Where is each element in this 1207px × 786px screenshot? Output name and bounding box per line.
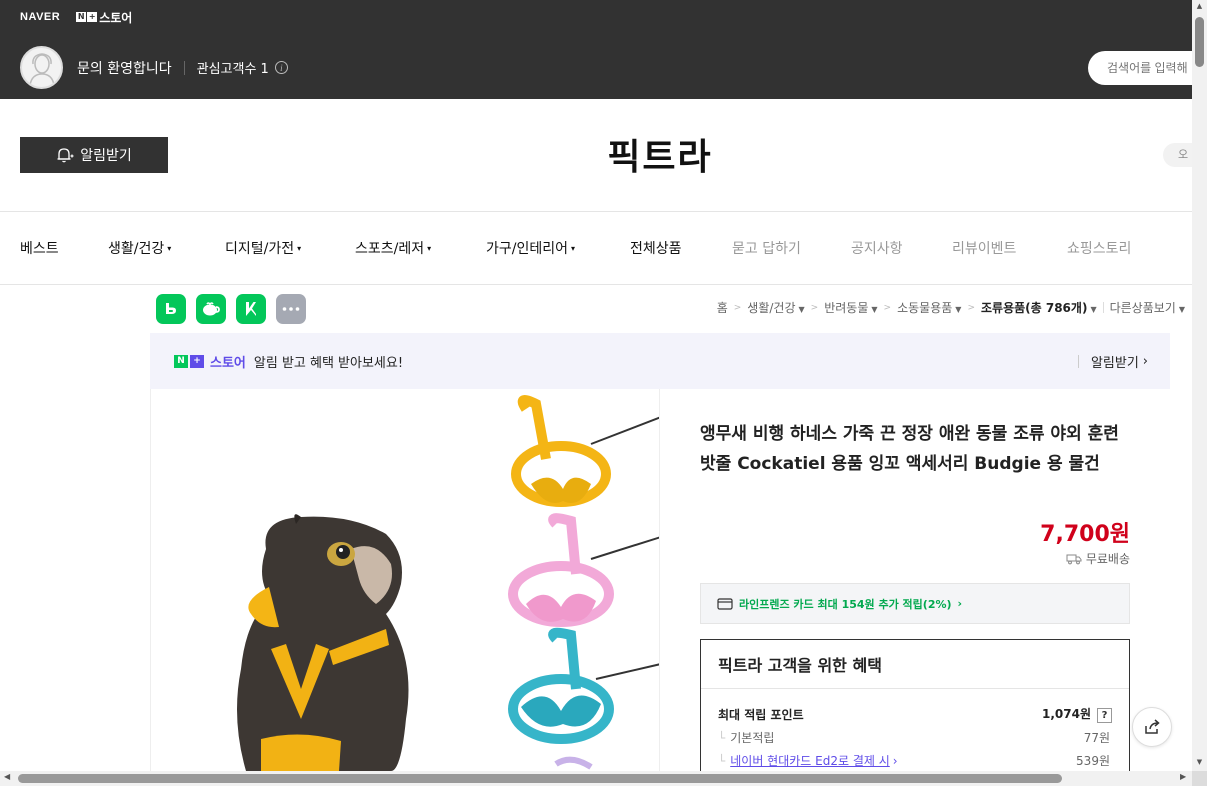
vertical-scrollbar[interactable]: ▲ ▼ bbox=[1192, 0, 1207, 771]
breadcrumb-category-3[interactable]: 소동물용품 ▼ bbox=[897, 299, 961, 316]
caret-down-icon: ▼ bbox=[1090, 305, 1097, 314]
benefit-max-points-row: 최대 적립 포인트 1,074원? bbox=[718, 705, 1112, 723]
breadcrumb-home[interactable]: 홈 bbox=[717, 299, 728, 316]
horizontal-scroll-thumb[interactable] bbox=[18, 774, 1062, 783]
nav-item-notice[interactable]: 공지사항 bbox=[851, 238, 903, 258]
chevron-right-icon: › bbox=[892, 754, 898, 768]
credit-card-icon bbox=[717, 597, 733, 610]
basic-points-value: 77원 bbox=[1083, 731, 1110, 745]
nav-item-qna[interactable]: 묻고 답하기 bbox=[732, 238, 801, 258]
help-icon[interactable]: ? bbox=[1097, 708, 1112, 723]
avatar-person-icon bbox=[28, 52, 55, 85]
nav-item-digital[interactable]: 디지털/가전 ▾ bbox=[225, 238, 301, 258]
banner-message: 알림 받고 혜택 받아보세요! bbox=[253, 355, 404, 371]
chevron-down-icon: ▾ bbox=[167, 243, 172, 253]
caret-down-icon: ▼ bbox=[871, 305, 878, 314]
n-badge-icon: N bbox=[174, 354, 188, 368]
store-logo-text: 스토어 bbox=[99, 10, 133, 25]
caret-down-icon: ▼ bbox=[798, 305, 805, 314]
nav-item-best[interactable]: 베스트 bbox=[20, 238, 59, 258]
nav-item-furniture[interactable]: 가구/인테리어 ▾ bbox=[486, 238, 575, 258]
page: NAVER N + 스토어 문의 환영합니다 관심고객수 1 i 검색어를 입력… bbox=[0, 0, 1207, 786]
card-benefit-link[interactable]: 네이버 현대카드 Ed2로 결제 시 bbox=[730, 754, 890, 768]
chevron-right-icon: › bbox=[1142, 353, 1148, 369]
scroll-left-arrow-icon: ◀ bbox=[4, 772, 11, 781]
category-nav: 베스트 생활/건강 ▾ 디지털/가전 ▾ 스포츠/레저 ▾ 가구/인테리어 ▾ 전체상품… bbox=[0, 212, 1192, 284]
shipping-text: 무료배송 bbox=[1085, 552, 1130, 566]
breadcrumb-category-2[interactable]: 반려동물 ▼ bbox=[824, 299, 877, 316]
breadcrumb: 홈 > 생활/건강 ▼ > 반려동물 ▼ > 소동물용품 ▼ > 조류용품(총 786… bbox=[716, 299, 1185, 316]
scroll-down-arrow-icon: ▼ bbox=[1196, 758, 1203, 766]
benefit-title: 픽트라 고객을 위한 혜택 bbox=[701, 640, 1129, 689]
brand-row: NAVER N + 스토어 bbox=[20, 9, 132, 26]
product-image[interactable] bbox=[150, 389, 660, 771]
favorite-count-label: 관심고객수 1 bbox=[196, 62, 269, 77]
benefit-box: 픽트라 고객을 위한 혜택 최대 적립 포인트 1,074원? └ 기본적립 77… bbox=[700, 639, 1130, 786]
store-avatar[interactable] bbox=[20, 46, 63, 89]
favorite-count: 관심고객수 1 i bbox=[197, 58, 288, 77]
nav-item-living-health[interactable]: 생활/건강 ▾ bbox=[108, 238, 171, 258]
welcome-text: 문의 환영합니다 bbox=[77, 60, 172, 77]
chevron-down-icon: ▾ bbox=[571, 243, 576, 253]
chevron-down-icon: ▾ bbox=[427, 243, 432, 253]
nav-item-sports[interactable]: 스포츠/레저 ▾ bbox=[355, 238, 431, 258]
banner-alarm-link[interactable]: 알림받기 › bbox=[1078, 352, 1148, 371]
divider bbox=[183, 60, 185, 75]
chevron-down-icon: ▾ bbox=[297, 243, 302, 253]
blog-icon[interactable] bbox=[236, 294, 266, 324]
chevron-right-icon: › bbox=[957, 597, 963, 610]
nav-item-review-event[interactable]: 리뷰이벤트 bbox=[952, 238, 1016, 258]
truck-icon bbox=[1066, 554, 1082, 564]
naver-logo[interactable]: NAVER bbox=[20, 11, 60, 23]
more-icon[interactable] bbox=[276, 294, 306, 324]
card-promo[interactable]: 라인프렌즈 카드 최대 154원 추가 적립(2%) › bbox=[700, 583, 1130, 624]
scroll-right-arrow-icon: ▶ bbox=[1180, 772, 1187, 781]
nav-item-all-products[interactable]: 전체상품 bbox=[630, 238, 682, 258]
search-input[interactable] bbox=[1088, 51, 1207, 85]
product-price: 7,700원 bbox=[1040, 522, 1130, 547]
band-icon[interactable] bbox=[156, 294, 186, 324]
product-photo bbox=[237, 395, 659, 771]
benefit-card-row: └ 네이버 현대카드 Ed2로 결제 시 › 539원 bbox=[718, 754, 1110, 768]
share-icon bbox=[1145, 719, 1160, 734]
divider bbox=[0, 284, 1192, 285]
breadcrumb-other-products[interactable]: 다른상품보기 ▼ bbox=[1110, 299, 1185, 316]
shipping-info: 무료배송 bbox=[1066, 550, 1130, 567]
card-points-value: 539원 bbox=[1076, 754, 1110, 768]
caret-down-icon: ▼ bbox=[1178, 305, 1185, 314]
naver-store-logo[interactable]: N + 스토어 bbox=[76, 9, 132, 26]
store-alarm-banner: N + 스토어 알림 받고 혜택 받아보세요! 알림받기 › bbox=[150, 333, 1170, 389]
plus-badge-icon: + bbox=[190, 354, 204, 368]
scroll-up-arrow-icon: ▲ bbox=[1196, 2, 1203, 10]
breadcrumb-current[interactable]: 조류용품(총 786개) ▼ bbox=[981, 299, 1097, 316]
vertical-scroll-thumb[interactable] bbox=[1195, 17, 1204, 67]
nplus-badge-icon: N + bbox=[76, 12, 98, 22]
share-button[interactable] bbox=[1132, 707, 1172, 747]
card-promo-text: 라인프렌즈 카드 최대 154원 추가 적립(2%) bbox=[739, 597, 952, 611]
top-header: NAVER N + 스토어 문의 환영합니다 관심고객수 1 i bbox=[0, 0, 1207, 99]
product-title: 앵무새 비행 하네스 가죽 끈 정장 애완 동물 조류 야외 훈련 밧줄 Coc… bbox=[700, 424, 1119, 474]
caret-down-icon: ▼ bbox=[955, 305, 962, 314]
share-icons bbox=[156, 294, 306, 324]
naver-store-logo: N + 스토어 bbox=[174, 352, 246, 371]
info-icon[interactable]: i bbox=[274, 61, 288, 74]
breadcrumb-category-1[interactable]: 생활/건강 ▼ bbox=[747, 299, 804, 316]
max-points-label: 최대 적립 포인트 bbox=[718, 707, 804, 722]
kakaostory-icon[interactable] bbox=[196, 294, 226, 324]
basic-points-label: 기본적립 bbox=[730, 731, 775, 745]
horizontal-scrollbar[interactable]: ◀ ▶ bbox=[0, 771, 1192, 786]
store-name[interactable]: 픽트라 bbox=[0, 128, 1207, 180]
scrollbar-corner bbox=[1192, 771, 1207, 786]
max-points-value: 1,074원 bbox=[1042, 707, 1091, 721]
benefit-basic-row: └ 기본적립 77원 bbox=[718, 731, 1110, 745]
store-profile-row: 문의 환영합니다 관심고객수 1 i bbox=[20, 46, 288, 89]
nav-item-shopping-story[interactable]: 쇼핑스토리 bbox=[1067, 238, 1131, 258]
